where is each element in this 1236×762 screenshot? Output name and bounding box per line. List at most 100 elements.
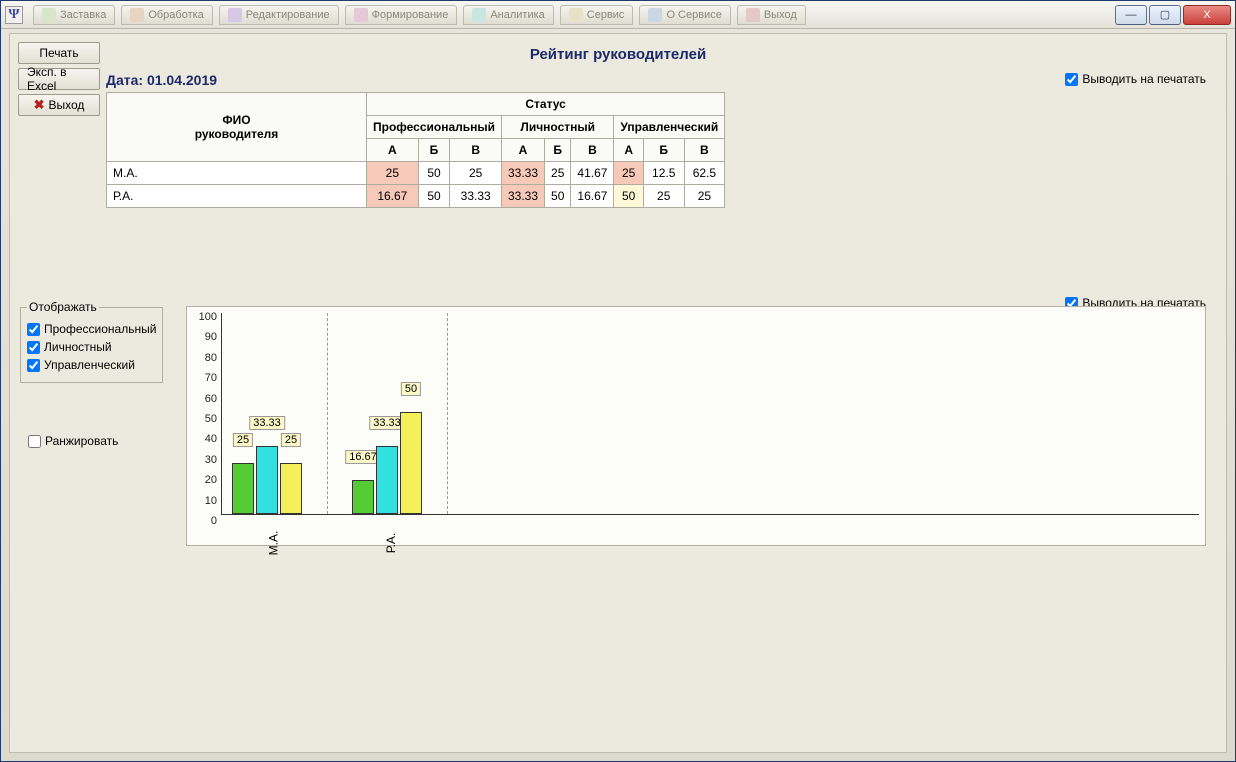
y-tick-label: 40 (205, 433, 217, 445)
export-excel-button[interactable]: Эксп. в Excel (18, 68, 100, 90)
cell: 25 (614, 162, 643, 185)
y-tick-label: 90 (205, 331, 217, 343)
col-group-1: Личностный (502, 116, 614, 139)
display-checkbox-0[interactable]: Профессиональный (27, 320, 156, 338)
display-checkbox-input[interactable] (27, 323, 40, 336)
top-tab-3[interactable]: Формирование (345, 5, 458, 25)
top-tab-0[interactable]: Заставка (33, 5, 115, 25)
print-table-checkbox[interactable]: Выводить на печатать (1065, 72, 1206, 86)
top-tab-5[interactable]: Сервис (560, 5, 634, 25)
col-fio-l1: ФИО (222, 113, 250, 127)
cell: 25 (643, 185, 684, 208)
top-tab-4[interactable]: Аналитика (463, 5, 553, 25)
col-fio-l2: руководителя (195, 127, 279, 141)
exit-button[interactable]: ✖ Выход (18, 94, 100, 116)
top-tab-strip: Заставка Обработка Редактирование Формирова… (33, 5, 1109, 25)
display-checkbox-input[interactable] (27, 341, 40, 354)
display-checkbox-label: Управленческий (44, 358, 135, 372)
cell: 33.33 (502, 162, 545, 185)
bar (352, 480, 374, 514)
app-icon: Ψ (5, 6, 23, 24)
content-frame: Печать Эксп. в Excel ✖ Выход Рейтинг рук… (9, 33, 1227, 753)
row-name: М.А. (107, 162, 367, 185)
bar (256, 446, 278, 514)
window-maximize-button[interactable]: ▢ (1149, 5, 1181, 25)
bar-value-label: 33.33 (249, 416, 285, 430)
top-tab-icon (130, 8, 144, 22)
y-tick-label: 20 (205, 474, 217, 486)
cell: 12.5 (643, 162, 684, 185)
col-sub: А (367, 139, 419, 162)
top-tab-icon (472, 8, 486, 22)
group-guide (447, 313, 448, 514)
display-checkbox-1[interactable]: Личностный (27, 338, 156, 356)
chart-area: 0102030405060708090100 2533.3325М.А.16.6… (186, 306, 1206, 546)
x-category-label: Р.А. (384, 533, 398, 553)
rating-table: ФИО руководителя Статус Профессиональный… (106, 92, 725, 208)
col-status: Статус (367, 93, 725, 116)
cell: 50 (545, 185, 571, 208)
col-group-2: Управленческий (614, 116, 725, 139)
top-tab-icon (42, 8, 56, 22)
cell: 62.5 (684, 162, 725, 185)
bar-value-label: 25 (281, 433, 301, 447)
bar-value-label: 25 (233, 433, 253, 447)
col-sub: Б (643, 139, 684, 162)
cell: 25 (450, 162, 502, 185)
display-checkbox-input[interactable] (27, 359, 40, 372)
top-tab-label: О Сервисе (666, 9, 721, 21)
top-tab-icon (354, 8, 368, 22)
top-tab-label: Сервис (587, 9, 625, 21)
cell: 41.67 (571, 162, 614, 185)
date-label: Дата: 01.04.2019 (106, 72, 217, 88)
rank-checkbox-input[interactable] (28, 435, 41, 448)
top-tab-1[interactable]: Обработка (121, 5, 212, 25)
window-minimize-button[interactable]: — (1115, 5, 1147, 25)
col-sub: А (614, 139, 643, 162)
cell: 25 (684, 185, 725, 208)
y-tick-label: 60 (205, 393, 217, 405)
print-table-checkbox-label: Выводить на печатать (1082, 72, 1206, 86)
top-tab-icon (228, 8, 242, 22)
bar (280, 463, 302, 514)
display-checkbox-2[interactable]: Управленческий (27, 356, 156, 374)
top-tab-label: Формирование (372, 9, 449, 21)
col-sub: Б (418, 139, 450, 162)
display-checkbox-label: Личностный (44, 340, 112, 354)
y-tick-label: 30 (205, 454, 217, 466)
top-tab-6[interactable]: О Сервисе (639, 5, 730, 25)
y-tick-label: 10 (205, 495, 217, 507)
cell: 33.33 (502, 185, 545, 208)
top-tab-label: Обработка (148, 9, 203, 21)
col-sub: А (502, 139, 545, 162)
print-table-checkbox-input[interactable] (1065, 73, 1078, 86)
table-row: Р.А.16.675033.3333.335016.67502525 (107, 185, 725, 208)
top-tab-label: Выход (764, 9, 797, 21)
y-tick-label: 80 (205, 352, 217, 364)
cell: 50 (418, 162, 450, 185)
window-close-button[interactable]: X (1183, 5, 1231, 25)
display-panel-legend: Отображать (27, 300, 99, 314)
report-title: Рейтинг руководителей (10, 46, 1226, 63)
x-category-label: М.А. (266, 531, 280, 556)
bar-value-label: 50 (401, 382, 421, 396)
table-row: М.А.25502533.332541.672512.562.5 (107, 162, 725, 185)
cell: 33.33 (450, 185, 502, 208)
rank-checkbox[interactable]: Ранжировать (28, 434, 118, 448)
top-tab-7[interactable]: Выход (737, 5, 806, 25)
display-checkbox-label: Профессиональный (44, 322, 156, 336)
col-sub: В (571, 139, 614, 162)
row-name: Р.А. (107, 185, 367, 208)
group-guide (327, 313, 328, 514)
top-tab-label: Заставка (60, 9, 106, 21)
col-sub: В (684, 139, 725, 162)
rank-checkbox-label: Ранжировать (45, 434, 118, 448)
cell: 16.67 (571, 185, 614, 208)
col-sub: В (450, 139, 502, 162)
col-fio: ФИО руководителя (107, 93, 367, 162)
cell: 25 (367, 162, 419, 185)
cell: 50 (418, 185, 450, 208)
exit-icon: ✖ (34, 97, 45, 113)
top-tab-2[interactable]: Редактирование (219, 5, 339, 25)
top-tab-icon (569, 8, 583, 22)
